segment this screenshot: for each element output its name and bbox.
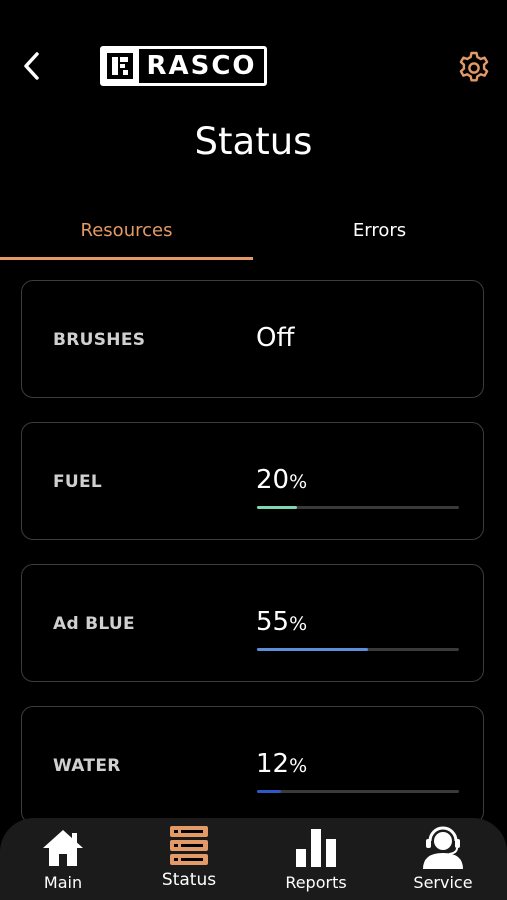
nav-label: Status <box>161 870 217 890</box>
logo-text: RASCO <box>139 49 264 83</box>
page-title: Status <box>194 120 313 163</box>
resource-label: WATER <box>53 756 121 776</box>
progress-bar-track <box>257 790 459 793</box>
status-icon <box>170 826 208 865</box>
resource-label: BRUSHES <box>53 330 146 350</box>
bar-chart-icon <box>296 829 336 867</box>
resource-percent-number: 55 <box>256 607 290 637</box>
resource-percent-unit: % <box>289 471 308 493</box>
nav-main[interactable]: Main <box>0 818 126 900</box>
nav-label: Main <box>43 873 83 892</box>
gear-icon <box>459 51 489 82</box>
resource-percent-number: 12 <box>256 749 290 779</box>
progress-bar-fill <box>257 790 282 793</box>
nav-label: Reports <box>285 873 347 892</box>
resource-value: 12% <box>256 749 307 779</box>
nav-reports[interactable]: Reports <box>253 818 379 900</box>
progress-bar-track <box>257 506 459 509</box>
resource-card-fuel: FUEL 20% <box>21 422 484 540</box>
resource-percent-unit: % <box>289 613 308 635</box>
bottom-navigation: Main Status Reports Service <box>0 818 507 900</box>
tab-errors[interactable]: Errors <box>253 200 506 260</box>
active-tab-indicator <box>0 257 253 260</box>
resource-value: 20% <box>256 465 307 495</box>
progress-bar-fill <box>257 648 369 651</box>
back-button[interactable] <box>16 48 48 84</box>
rasco-logo: RASCO <box>100 46 267 86</box>
chevron-left-icon <box>24 52 39 80</box>
resource-card-brushes: BRUSHES Off <box>21 280 484 398</box>
resource-value: Off <box>256 323 295 353</box>
nav-label: Service <box>413 873 473 892</box>
progress-bar-fill <box>257 506 298 509</box>
resource-label: Ad BLUE <box>53 614 135 634</box>
nav-service[interactable]: Service <box>380 818 506 900</box>
resource-value: 55% <box>256 607 307 637</box>
tab-resources[interactable]: Resources <box>0 200 253 260</box>
tab-bar: Resources Errors <box>0 200 507 260</box>
top-bar: RASCO <box>0 0 507 110</box>
settings-button[interactable] <box>456 50 492 86</box>
progress-bar-track <box>257 648 459 651</box>
resource-percent-number: 20 <box>256 465 290 495</box>
support-agent-icon <box>423 826 463 869</box>
resource-percent-unit: % <box>289 755 308 777</box>
nav-status[interactable]: Status <box>126 818 252 900</box>
resource-label: FUEL <box>53 472 103 492</box>
home-icon <box>43 830 83 866</box>
resource-card-water: WATER 12% <box>21 706 484 824</box>
resource-card-ad-blue: Ad BLUE 55% <box>21 564 484 682</box>
logo-mark-icon <box>101 47 139 85</box>
